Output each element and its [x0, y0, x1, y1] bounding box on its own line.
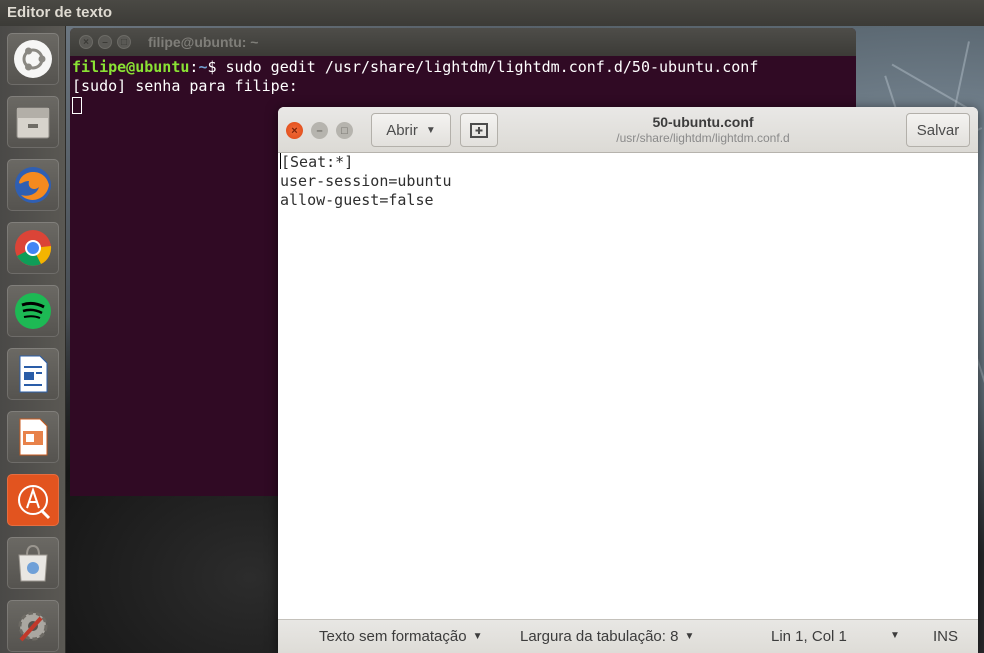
tab-width-label: Largura da tabulação: 8 [520, 628, 679, 645]
chevron-down-icon: ▼ [472, 631, 483, 642]
open-button-label: Abrir [386, 121, 418, 139]
chevron-down-icon: ▼ [425, 124, 436, 136]
syntax-format-selector[interactable]: Texto sem formatação ▼ [319, 628, 482, 645]
maximize-icon[interactable]: □ [336, 122, 353, 139]
terminal-close-icon[interactable]: × [79, 35, 93, 49]
launcher [0, 26, 66, 653]
system-settings-icon[interactable] [7, 600, 59, 652]
top-panel: Editor de texto [0, 0, 984, 26]
insert-mode-indicator[interactable]: INS [933, 628, 958, 645]
close-icon[interactable]: × [286, 122, 303, 139]
statusbar: Texto sem formatação ▼ Largura da tabula… [278, 619, 978, 653]
gedit-window[interactable]: × – □ Abrir ▼ 50-ubuntu.conf /usr/share/… [278, 107, 978, 653]
gedit-headerbar[interactable]: × – □ Abrir ▼ 50-ubuntu.conf /usr/share/… [278, 107, 978, 153]
document-path: /usr/share/lightdm/lightdm.conf.d [616, 131, 790, 145]
insert-mode-label: INS [933, 628, 959, 645]
open-button[interactable]: Abrir ▼ [371, 113, 451, 147]
cursor-position-label: Lin 1, Col 1 [771, 628, 847, 645]
software-updater-icon[interactable] [7, 474, 59, 526]
chevron-down-icon[interactable]: ▼ [890, 630, 900, 641]
terminal-command-line: filipe@ubuntu:~$ sudo gedit /usr/share/l… [72, 58, 854, 77]
spotify-icon[interactable] [7, 285, 59, 337]
files-icon[interactable] [7, 96, 59, 148]
save-button-label: Salvar [916, 121, 960, 139]
firefox-icon[interactable] [7, 159, 59, 211]
chrome-icon[interactable] [7, 222, 59, 274]
document-title: 50-ubuntu.conf [652, 114, 754, 130]
terminal-cursor [72, 97, 82, 114]
syntax-format-label: Texto sem formatação [319, 628, 467, 645]
terminal-sudo-prompt-line: [sudo] senha para filipe: [72, 77, 854, 96]
minimize-icon[interactable]: – [311, 122, 328, 139]
terminal-command: sudo gedit /usr/share/lightdm/lightdm.co… [225, 58, 759, 76]
new-tab-icon [470, 123, 488, 138]
editor-line: user-session=ubuntu [280, 172, 452, 190]
terminal-title: filipe@ubuntu: ~ [148, 34, 259, 50]
terminal-minimize-icon[interactable]: – [98, 35, 112, 49]
chevron-down-icon: ▼ [684, 631, 695, 642]
ubuntu-software-icon[interactable] [7, 537, 59, 589]
tab-width-selector[interactable]: Largura da tabulação: 8 ▼ [520, 628, 694, 645]
editor-line: [Seat:*] [280, 153, 354, 171]
save-button[interactable]: Salvar [906, 113, 970, 147]
text-editor-area[interactable]: [Seat:*] user-session=ubuntu allow-guest=f… [278, 153, 978, 619]
new-tab-button[interactable] [460, 113, 498, 147]
editor-line: allow-guest=false [280, 191, 434, 209]
cursor-position[interactable]: Lin 1, Col 1 [771, 628, 847, 645]
sudo-prompt: [sudo] senha para filipe: [72, 77, 307, 95]
libreoffice-impress-icon[interactable] [7, 411, 59, 463]
prompt-user: filipe@ubuntu [72, 58, 190, 76]
top-panel-title: Editor de texto [7, 4, 113, 21]
libreoffice-writer-icon[interactable] [7, 348, 59, 400]
prompt-symbol: $ [207, 58, 226, 76]
ubuntu-dash-icon[interactable] [7, 33, 59, 85]
terminal-titlebar[interactable]: × – □ filipe@ubuntu: ~ [70, 28, 856, 56]
terminal-maximize-icon[interactable]: □ [117, 35, 131, 49]
